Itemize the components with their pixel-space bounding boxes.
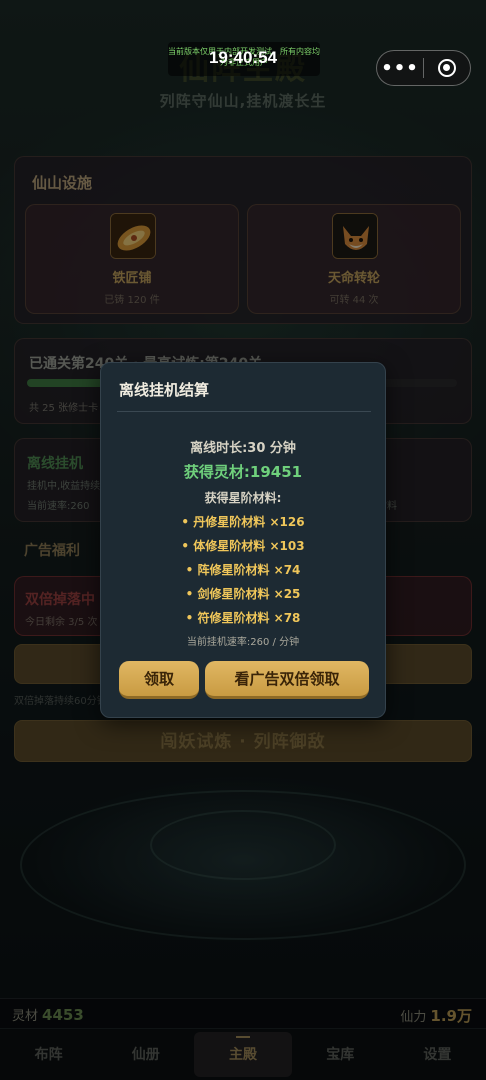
dialog-title: 离线挂机结算	[119, 381, 210, 399]
claim-button[interactable]: 领取	[119, 661, 199, 699]
material-item: • 剑修星阶材料 ×25	[185, 587, 301, 601]
currency-gain: 获得灵材:19451	[183, 463, 303, 481]
materials-list: • 丹修星阶材料 ×126 • 体修星阶材料 ×103 • 阵修星阶材料 ×74…	[101, 513, 385, 633]
more-icon[interactable]: •••	[377, 58, 423, 79]
offline-settlement-dialog: 离线挂机结算 离线时长:30 分钟 获得灵材:19451 获得星阶材料: • 丹…	[100, 362, 386, 718]
materials-heading: 获得星阶材料:	[204, 491, 282, 505]
close-icon[interactable]	[424, 59, 470, 77]
dialog-divider	[117, 411, 371, 412]
status-bar: 当前版本仅用于内部开发测试，所有内容均为非正式用户 19:40:54 •••	[0, 40, 486, 86]
offline-duration: 离线时长:30 分钟	[190, 441, 296, 456]
material-item: • 阵修星阶材料 ×74	[185, 563, 301, 577]
material-item: • 丹修星阶材料 ×126	[181, 515, 305, 529]
material-item: • 符修星阶材料 ×78	[185, 611, 301, 625]
material-item: • 体修星阶材料 ×103	[181, 539, 305, 553]
double-claim-button[interactable]: 看广告双倍领取	[205, 661, 369, 699]
clock: 19:40:54	[208, 48, 278, 67]
idle-rate-text: 当前挂机速率:260 / 分钟	[186, 637, 300, 648]
miniprogram-capsule: •••	[376, 50, 471, 86]
